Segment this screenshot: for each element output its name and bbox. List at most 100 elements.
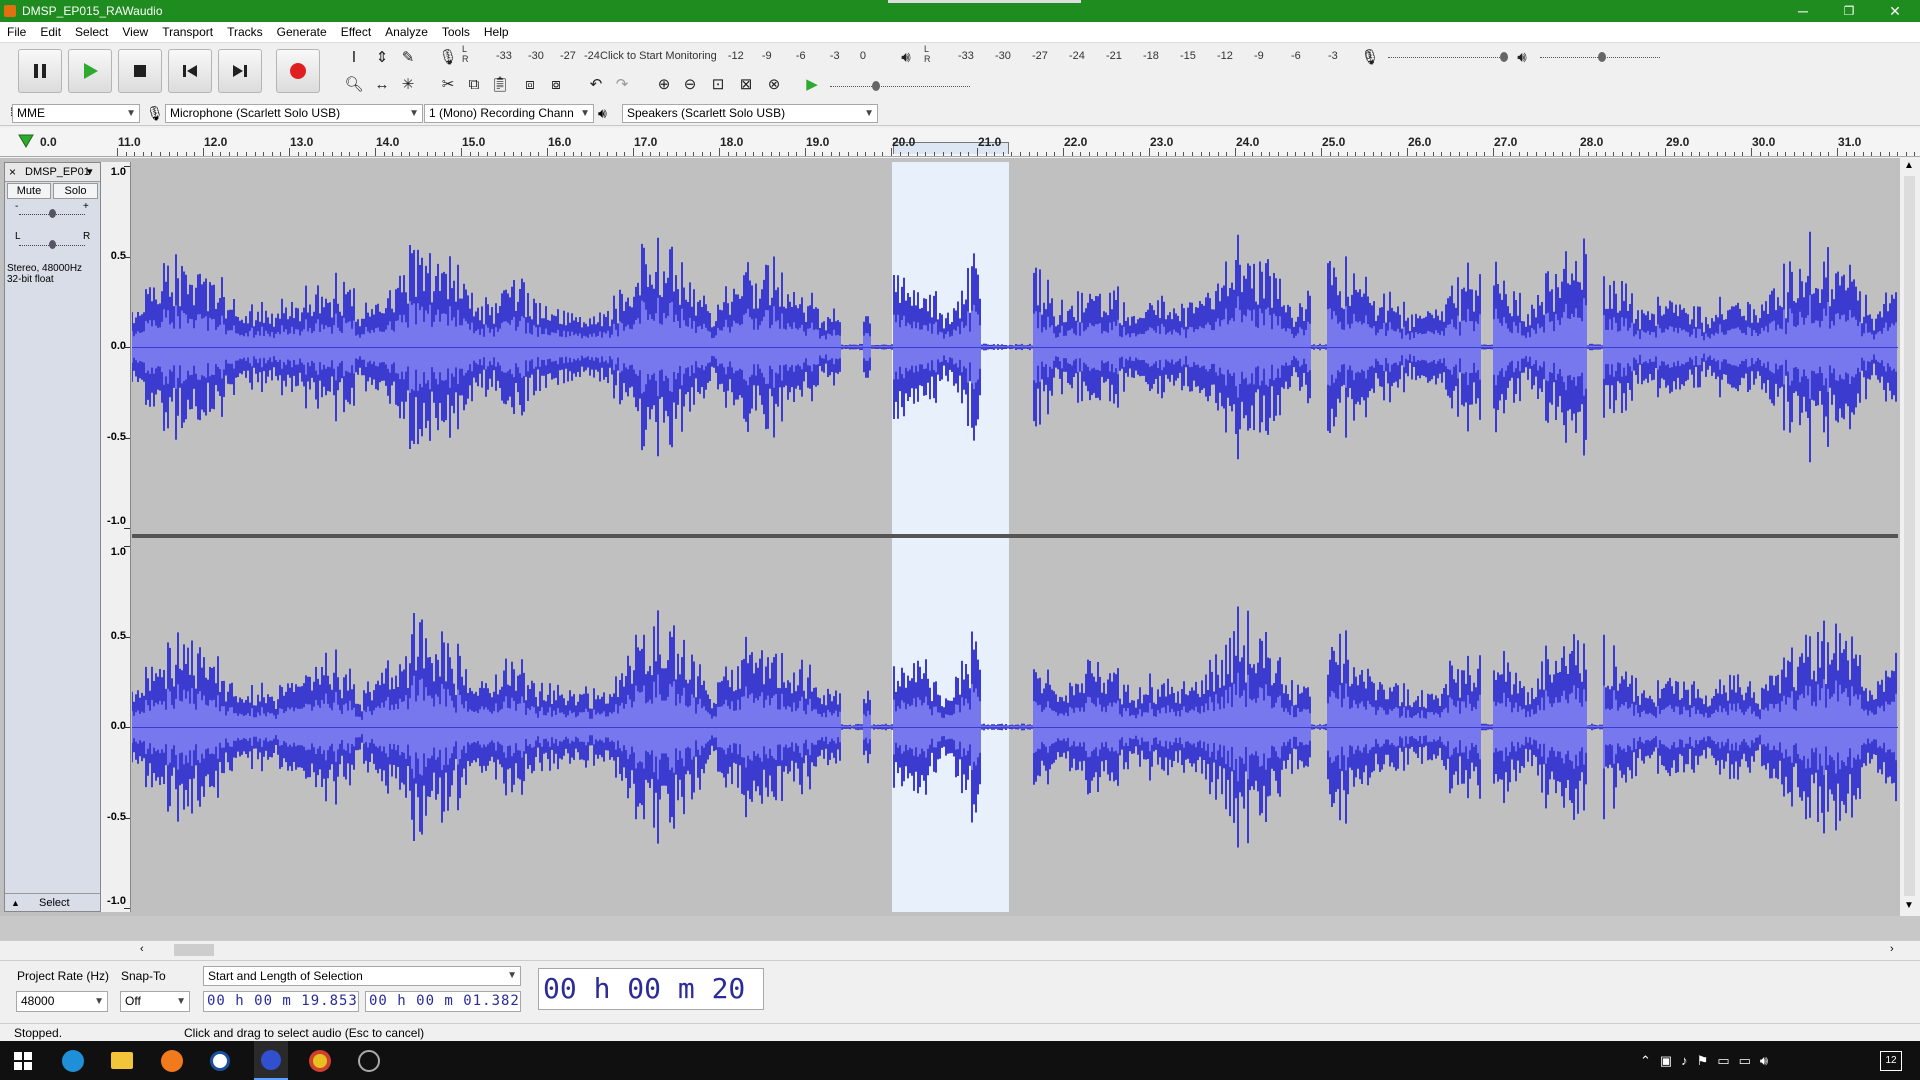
- ruler-minor-tick: [1484, 152, 1486, 156]
- track-name-menu[interactable]: DMSP_EP01: [25, 163, 90, 181]
- ruler-minor-tick: [323, 152, 325, 156]
- edge-icon[interactable]: [62, 1050, 84, 1072]
- solo-button[interactable]: Solo: [53, 183, 98, 199]
- track-close-button[interactable]: ×: [9, 163, 16, 181]
- minimize-button[interactable]: ─: [1780, 0, 1826, 22]
- vertical-scrollbar[interactable]: ▲ ▼: [1900, 158, 1920, 916]
- menu-help[interactable]: Help: [477, 22, 516, 42]
- mute-button[interactable]: Mute: [7, 183, 51, 199]
- vertical-scroll-thumb[interactable]: [1904, 176, 1915, 896]
- menu-generate[interactable]: Generate: [270, 22, 334, 42]
- audio-host-select[interactable]: MME ▼: [12, 104, 140, 123]
- fit-selection-button[interactable]: ⊡: [706, 73, 730, 95]
- menu-tools[interactable]: Tools: [435, 22, 477, 42]
- system-tray[interactable]: ⌃▣♪⚑▭▭🔊︎: [1640, 1053, 1777, 1069]
- file-explorer-icon[interactable]: [111, 1052, 133, 1069]
- recording-volume-slider[interactable]: [1388, 57, 1508, 59]
- zoom-tool[interactable]: 🔍︎: [342, 73, 366, 95]
- cut-button[interactable]: ✂: [436, 73, 460, 95]
- notifications-button[interactable]: 12: [1880, 1051, 1902, 1071]
- fit-project-button[interactable]: ⊠: [734, 73, 758, 95]
- playback-volume-thumb[interactable]: [1598, 52, 1606, 62]
- collapse-track-button[interactable]: ▲: [11, 894, 20, 912]
- draw-tool[interactable]: ✎: [396, 46, 420, 68]
- envelope-tool[interactable]: ⇕: [370, 46, 394, 68]
- playback-meter-button[interactable]: 🔊︎: [894, 46, 918, 68]
- recording-volume-thumb[interactable]: [1500, 52, 1508, 62]
- menu-file[interactable]: File: [0, 22, 33, 42]
- snap-to-select[interactable]: Off ▼: [120, 991, 190, 1012]
- horizontal-scrollbar[interactable]: ‹ ›: [0, 940, 1920, 959]
- gain-slider-thumb[interactable]: [49, 209, 56, 218]
- record-meter[interactable]: -33 -30 -27 -24Click to Start Monitoring -1…: [496, 50, 866, 70]
- play-speed-slider[interactable]: [830, 86, 970, 88]
- obs-icon[interactable]: [358, 1050, 380, 1072]
- playback-meter[interactable]: -33 -30 -27 -24 -21 -18 -15 -12 -9 -6 -3 0: [958, 50, 1371, 70]
- menu-select[interactable]: Select: [68, 22, 115, 42]
- track-control-panel: × DMSP_EP01 ▾ Mute Solo - + L R Stereo, …: [4, 162, 101, 912]
- ruler-tick-mark: [1149, 148, 1150, 156]
- select-track-button[interactable]: Select: [39, 894, 70, 912]
- menu-effect[interactable]: Effect: [334, 22, 378, 42]
- skip-to-start-button[interactable]: [168, 49, 212, 93]
- recording-device-select[interactable]: Microphone (Scarlett Solo USB) ▼: [165, 104, 423, 123]
- pan-slider-thumb[interactable]: [49, 240, 56, 249]
- track-bitdepth-info: 32-bit float: [7, 274, 54, 285]
- undo-button[interactable]: ↶: [584, 73, 608, 95]
- firefox-icon[interactable]: [161, 1050, 183, 1072]
- recording-channels-select[interactable]: 1 (Mono) Recording Chann ▼: [424, 104, 594, 123]
- selection-start-field[interactable]: 00 h 00 m 19.853 s: [203, 991, 359, 1012]
- record-meter-button[interactable]: 🎙︎: [436, 46, 460, 68]
- scroll-left-icon[interactable]: ‹: [140, 943, 144, 955]
- menu-transport[interactable]: Transport: [155, 22, 220, 42]
- play-speed-thumb[interactable]: [872, 81, 880, 91]
- audacity-taskbar-active[interactable]: [254, 1041, 288, 1080]
- zoom-in-button[interactable]: ⊕: [652, 73, 676, 95]
- paste-button[interactable]: 📋︎: [488, 73, 512, 95]
- menu-view[interactable]: View: [115, 22, 155, 42]
- menu-analyze[interactable]: Analyze: [378, 22, 435, 42]
- ruler-minor-tick: [366, 152, 368, 156]
- track-menu-arrow-icon[interactable]: ▾: [87, 163, 93, 181]
- selection-length-field[interactable]: 00 h 00 m 01.382 s: [365, 991, 521, 1012]
- selection-toolbar: Project Rate (Hz) 48000 ▼ Snap-To Off ▼ St…: [0, 960, 1920, 1024]
- chrome-icon[interactable]: [309, 1050, 331, 1072]
- title-drag-indicator: [888, 0, 1081, 3]
- skip-to-end-button[interactable]: [218, 49, 262, 93]
- play-button[interactable]: [68, 49, 112, 93]
- ruler-minor-tick: [332, 152, 333, 156]
- record-button[interactable]: [276, 49, 320, 93]
- play-at-speed-button[interactable]: ▶: [800, 73, 824, 95]
- ruler-tick-label: 27.0: [1494, 135, 1518, 149]
- horizontal-scroll-thumb[interactable]: [174, 944, 214, 956]
- project-rate-select[interactable]: 48000 ▼: [16, 991, 108, 1012]
- zoom-toggle-button[interactable]: ⊗: [762, 73, 786, 95]
- multi-tool[interactable]: ✳: [396, 73, 420, 95]
- redo-button[interactable]: ↷: [610, 73, 634, 95]
- close-button[interactable]: ✕: [1872, 0, 1918, 22]
- menu-tracks[interactable]: Tracks: [220, 22, 270, 42]
- record-tick: -24: [584, 50, 600, 62]
- time-shift-tool[interactable]: ↔: [370, 73, 394, 95]
- zoom-out-button[interactable]: ⊖: [678, 73, 702, 95]
- ruler-tick-label: 17.0: [634, 135, 658, 149]
- scroll-right-icon[interactable]: ›: [1890, 943, 1894, 955]
- windows-start-icon[interactable]: [14, 1052, 32, 1070]
- stop-button[interactable]: [118, 49, 162, 93]
- waveform-display[interactable]: [131, 162, 1898, 912]
- trim-button[interactable]: ⧈: [518, 73, 542, 95]
- silence-button[interactable]: ⧇: [544, 73, 568, 95]
- selection-tool[interactable]: Ⅰ: [342, 46, 366, 68]
- ruler-minor-tick: [280, 152, 282, 156]
- audio-position-display[interactable]: 00 h 00 m 20 s: [538, 968, 764, 1010]
- menu-edit[interactable]: Edit: [33, 22, 68, 42]
- pause-button[interactable]: [18, 49, 62, 93]
- app-icon[interactable]: [210, 1051, 230, 1071]
- timeline-ruler[interactable]: 0.0 11.0 12.0 13.0 14.0 15.0 16.0 17.0 18.0 19.0…: [0, 128, 1920, 157]
- scroll-up-icon[interactable]: ▲: [1904, 160, 1914, 171]
- scroll-down-icon[interactable]: ▼: [1904, 900, 1914, 911]
- restore-button[interactable]: ❐: [1826, 0, 1872, 22]
- copy-button[interactable]: ⧉: [462, 73, 486, 95]
- selection-format-select[interactable]: Start and Length of Selection ▼: [203, 966, 521, 986]
- playback-device-select[interactable]: Speakers (Scarlett Solo USB) ▼: [622, 104, 878, 123]
